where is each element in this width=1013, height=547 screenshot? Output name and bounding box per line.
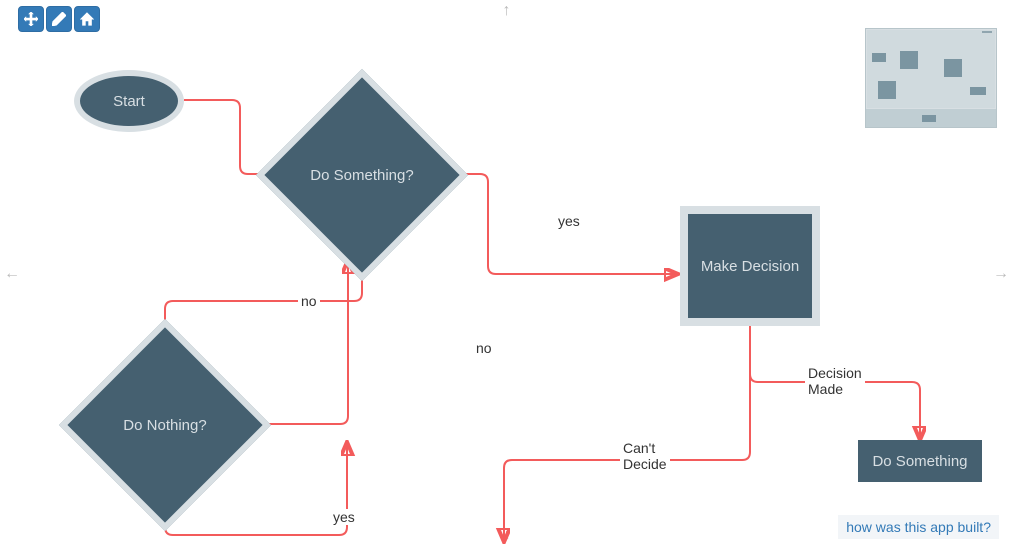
edge-label-no-2: no — [473, 340, 495, 356]
minimap[interactable] — [865, 28, 997, 128]
home-tool-button[interactable] — [74, 6, 100, 32]
edge-label-yes-2: yes — [330, 509, 358, 525]
edge-label-cant-decide: Can't Decide — [620, 440, 670, 472]
pencil-icon — [52, 12, 66, 26]
node-label: Do Something — [872, 453, 967, 470]
node-label: Do Nothing? — [123, 417, 206, 434]
toolbar — [18, 6, 100, 32]
edge-label-decision-made: Decision Made — [805, 365, 865, 397]
node-start[interactable]: Start — [74, 70, 184, 132]
edge-label-yes-1: yes — [555, 213, 583, 229]
node-label: Make Decision — [701, 258, 799, 275]
move-icon — [24, 12, 38, 26]
node-make-decision[interactable]: Make Decision — [680, 206, 820, 326]
home-icon — [80, 12, 94, 26]
flowchart-canvas[interactable]: Start Do Something? Do Nothing? Make Dec… — [0, 0, 1013, 547]
node-label: Start — [113, 93, 145, 110]
how-built-link[interactable]: how was this app built? — [838, 515, 999, 539]
edge-label-no-1: no — [298, 293, 320, 309]
node-label: Do Something? — [310, 167, 413, 184]
move-tool-button[interactable] — [18, 6, 44, 32]
node-do-nothing-question[interactable]: Do Nothing? — [90, 350, 240, 500]
node-do-something[interactable]: Do Something — [858, 440, 982, 482]
edit-tool-button[interactable] — [46, 6, 72, 32]
node-do-something-question[interactable]: Do Something? — [287, 100, 437, 250]
